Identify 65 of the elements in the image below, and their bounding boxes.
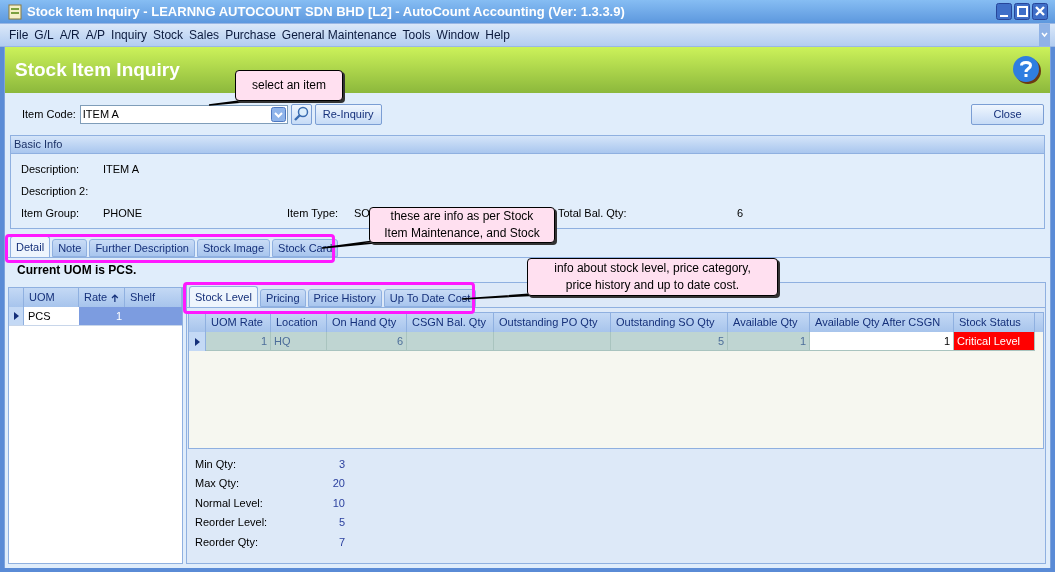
table-cell xyxy=(125,307,182,325)
field-label: Item Type: xyxy=(287,206,339,221)
field-label: Reorder Level: xyxy=(195,515,269,530)
table-cell: 6 xyxy=(327,332,407,351)
help-icon[interactable] xyxy=(1012,55,1042,85)
current-uom-text: Current UOM is PCS. xyxy=(17,262,137,279)
field-value: PHONE xyxy=(103,206,143,221)
tab[interactable]: Stock Level xyxy=(189,286,258,307)
menu-item[interactable]: Window xyxy=(433,26,483,44)
sort-arrow-icon xyxy=(111,293,119,302)
table-cell: Critical Level xyxy=(954,332,1035,351)
close-icon[interactable] xyxy=(1032,3,1048,20)
tab[interactable]: Price History xyxy=(307,289,382,307)
menu-item[interactable]: Sales xyxy=(186,26,223,44)
minimize-icon[interactable] xyxy=(996,3,1012,20)
field-value: 20 xyxy=(331,476,345,491)
field-label: Max Qty: xyxy=(195,476,240,491)
search-button[interactable] xyxy=(290,103,312,125)
menu-item[interactable]: A/P xyxy=(82,26,109,44)
field-value: 7 xyxy=(337,534,345,550)
tab[interactable]: Further Description xyxy=(89,239,195,257)
field-value: 3 xyxy=(337,456,345,472)
field-label: Item Group: xyxy=(21,206,80,221)
field-label: Description: xyxy=(21,162,80,177)
field-label: Item Code: xyxy=(22,106,76,122)
menu-item[interactable]: A/R xyxy=(56,26,83,44)
app-icon xyxy=(8,3,22,20)
menu-item[interactable]: General Maintenance xyxy=(278,26,400,44)
field-label: Min Qty: xyxy=(195,456,237,472)
menu-item[interactable]: G/L xyxy=(31,26,57,44)
tab[interactable]: Note xyxy=(52,239,88,257)
table-cell: HQ xyxy=(271,332,327,351)
menu-item[interactable]: Purchase xyxy=(222,26,279,44)
tab[interactable]: Up To Date Cost xyxy=(383,289,477,307)
field-label: Reorder Qty: xyxy=(195,534,259,550)
item-code-combo[interactable]: ITEM A xyxy=(79,104,288,124)
re-inquiry-button[interactable]: Re-Inquiry xyxy=(314,103,382,125)
page-title: Stock Item Inquiry xyxy=(15,57,180,82)
table-cell: 1 xyxy=(810,332,954,351)
field-label: Total Bal. Qty: xyxy=(558,206,627,221)
field-label: Description 2: xyxy=(21,184,89,199)
menu-item[interactable]: Stock xyxy=(150,26,187,44)
field-label: Normal Level: xyxy=(195,495,264,511)
menu-item[interactable]: Inquiry xyxy=(108,26,151,44)
close-button[interactable]: Close xyxy=(971,103,1044,125)
table-cell: 1 xyxy=(728,332,810,351)
window-title: Stock Item Inquiry - LEARNNG AUTOCOUNT SDN BHD [L2] - AutoCount Accounting (Ver: 1.3.3.9) xyxy=(27,2,626,21)
tab[interactable]: Pricing xyxy=(259,289,306,307)
table-cell: 5 xyxy=(611,332,728,351)
tab[interactable]: Stock Image xyxy=(196,239,271,257)
search-icon xyxy=(293,106,310,122)
tab[interactable]: Detail xyxy=(10,236,51,257)
maximize-icon[interactable] xyxy=(1014,3,1030,20)
table-cell: 1 xyxy=(206,332,271,351)
table-cell: 1 xyxy=(79,307,125,325)
field-value: 6 xyxy=(737,206,744,221)
field-value: ITEM A xyxy=(103,162,140,177)
field-value: 10 xyxy=(331,495,345,511)
menu-item[interactable]: Tools xyxy=(399,26,434,44)
dropdown-icon[interactable] xyxy=(270,106,286,122)
field-value: SO xyxy=(354,206,370,221)
group-title: Basic Info xyxy=(14,137,63,153)
menu-item[interactable]: Help xyxy=(482,26,513,44)
field-value: 5 xyxy=(337,515,345,530)
menu-item[interactable]: File xyxy=(6,26,32,44)
